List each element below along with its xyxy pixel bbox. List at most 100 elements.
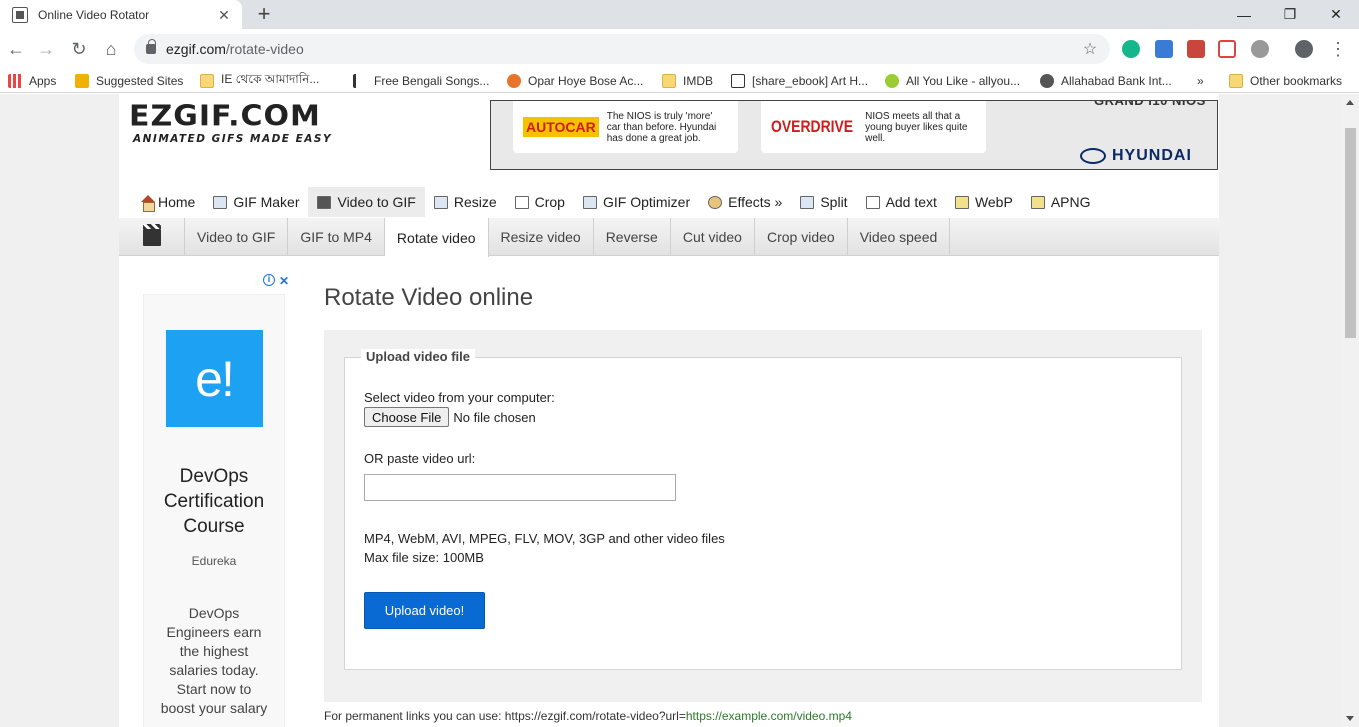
tab-title: Online Video Rotator <box>38 7 150 22</box>
ad-title: DevOps Certification Course <box>163 466 265 537</box>
page-container: EZGIF.COM ANIMATED GIFS MADE EASY AUTOCA… <box>119 94 1219 727</box>
subnav-video-speed[interactable]: Video speed <box>848 218 951 256</box>
side-ad: i ✕ e! DevOps Certification Course Edure… <box>135 272 295 727</box>
grammarly-icon[interactable] <box>1122 40 1140 58</box>
video-url-input[interactable] <box>364 474 676 501</box>
nav-split[interactable]: Split <box>791 187 856 217</box>
nav-effects[interactable]: Effects » <box>699 187 791 217</box>
scroll-down-icon[interactable] <box>1346 716 1354 721</box>
extension-icon[interactable] <box>1155 40 1173 58</box>
file-picker: Choose File No file chosen <box>364 407 536 427</box>
subnav-gif-to-mp4[interactable]: GIF to MP4 <box>288 218 385 256</box>
ad-close-icon[interactable]: ✕ <box>279 274 289 288</box>
ad-banner[interactable]: AUTOCAR The NIOS is truly 'more' car tha… <box>490 100 1218 170</box>
window-close-icon[interactable]: ✕ <box>1313 0 1359 29</box>
bookmark-allahabad-bank[interactable]: Allahabad Bank Int... <box>1040 72 1172 90</box>
bookmark-other[interactable]: Other bookmarks <box>1229 72 1342 90</box>
select-file-label: Select video from your computer: <box>364 390 555 405</box>
bookmark-bengali-songs[interactable]: Free Bengali Songs... <box>353 72 489 90</box>
site-icon <box>353 74 367 88</box>
bookmark-all-you-like[interactable]: All You Like - allyou... <box>885 72 1020 90</box>
bookmark-suggested-sites[interactable]: Suggested Sites <box>75 72 183 90</box>
gif-maker-icon <box>213 195 228 209</box>
profile-icon[interactable] <box>1295 40 1313 58</box>
minimize-icon[interactable]: — <box>1221 0 1267 29</box>
nav-gif-maker[interactable]: GIF Maker <box>204 187 308 217</box>
nav-crop[interactable]: Crop <box>506 187 574 217</box>
scroll-thumb[interactable] <box>1345 128 1356 338</box>
site-icon <box>507 74 521 88</box>
hyundai-logo-icon <box>1080 148 1106 164</box>
formats-text: MP4, WebM, AVI, MPEG, FLV, MOV, 3GP and … <box>364 531 725 546</box>
nav-home[interactable]: Home <box>131 187 204 217</box>
subnav-resize-video[interactable]: Resize video <box>489 218 594 256</box>
clapperboard-icon <box>142 223 161 246</box>
address-bar[interactable]: ezgif.com/rotate-video ☆ <box>134 34 1110 64</box>
maximize-icon[interactable]: ❐ <box>1267 0 1313 29</box>
menu-kebab-icon[interactable]: ⋮ <box>1326 37 1350 61</box>
nav-resize[interactable]: Resize <box>425 187 506 217</box>
permalink-hint: For permanent links you can use: https:/… <box>324 709 852 723</box>
subnav-video-to-gif[interactable]: Video to GIF <box>185 218 289 256</box>
main-nav: Home GIF Maker Video to GIF Resize Crop … <box>131 187 1100 217</box>
bookmark-star-icon[interactable]: ☆ <box>1080 39 1100 59</box>
home-icon[interactable]: ⌂ <box>99 37 123 61</box>
bookmark-opar-hoye[interactable]: Opar Hoye Bose Ac... <box>507 72 643 90</box>
edureka-logo: e! <box>165 330 263 427</box>
film-icon <box>317 195 332 209</box>
bookmark-apps[interactable]: Apps <box>8 72 56 90</box>
webp-icon <box>954 195 969 209</box>
nav-add-text[interactable]: Add text <box>857 187 946 217</box>
pdf-extension-icon[interactable] <box>1187 40 1205 58</box>
subnav-rotate-video[interactable]: Rotate video <box>384 218 489 257</box>
sub-nav: Video to GIF GIF to MP4 Rotate video Res… <box>119 218 1219 257</box>
bookmarks-overflow-icon[interactable]: » <box>1197 72 1204 90</box>
bookmark-imdb[interactable]: IMDB <box>662 72 713 90</box>
folder-icon <box>662 74 676 88</box>
back-icon[interactable]: ← <box>4 37 28 61</box>
choose-file-button[interactable]: Choose File <box>364 407 450 427</box>
subnav-reverse[interactable]: Reverse <box>594 218 671 256</box>
hyundai-logo: HYUNDAI <box>1080 147 1192 165</box>
split-icon <box>800 195 815 209</box>
banner-tagline: GRAND i10 NIOS <box>1094 100 1206 108</box>
ad-info-icon[interactable]: i <box>263 274 275 286</box>
optimizer-icon <box>582 195 597 209</box>
cloud-extension-icon[interactable] <box>1251 40 1269 58</box>
apng-icon <box>1030 195 1045 209</box>
banner-card-autocar: AUTOCAR The NIOS is truly 'more' car tha… <box>513 101 738 153</box>
site-logo[interactable]: EZGIF.COM ANIMATED GIFS MADE EASY <box>129 102 332 145</box>
bookmark-share-ebook[interactable]: [share_ebook] Art H... <box>731 72 868 90</box>
ad-card[interactable]: e! DevOps Certification Course Edureka D… <box>143 294 285 727</box>
vertical-scrollbar[interactable] <box>1342 94 1359 727</box>
ad-description: DevOps Engineers earn the highest salari… <box>160 605 268 716</box>
palette-icon <box>708 195 723 209</box>
permalink-example: https://example.com/video.mp4 <box>685 709 852 723</box>
scroll-up-icon[interactable] <box>1346 100 1354 105</box>
nav-apng[interactable]: APNG <box>1022 187 1100 217</box>
upload-fieldset: Upload video file Select video from your… <box>344 349 1182 670</box>
globe-icon <box>1040 74 1054 88</box>
upload-panel: Upload video file Select video from your… <box>324 330 1202 702</box>
ad-choices[interactable]: i ✕ <box>263 274 289 288</box>
reload-icon[interactable]: ↻ <box>67 37 91 61</box>
folder-icon <box>1229 74 1243 88</box>
url-text[interactable]: ezgif.com/rotate-video <box>166 41 1080 57</box>
folder-icon <box>200 74 214 88</box>
pocket-icon[interactable] <box>1218 40 1236 58</box>
bing-icon <box>75 74 89 88</box>
tab-close-icon[interactable]: ✕ <box>216 7 232 23</box>
nav-video-to-gif[interactable]: Video to GIF <box>308 187 425 217</box>
max-size-text: Max file size: 100MB <box>364 550 484 565</box>
subnav-cut-video[interactable]: Cut video <box>671 218 755 256</box>
new-tab-icon[interactable]: + <box>253 3 275 25</box>
forward-icon[interactable]: → <box>34 37 58 61</box>
nav-webp[interactable]: WebP <box>946 187 1022 217</box>
upload-video-button[interactable]: Upload video! <box>364 592 485 629</box>
page-viewport: EZGIF.COM ANIMATED GIFS MADE EASY AUTOCA… <box>0 94 1342 727</box>
tab-strip: Online Video Rotator ✕ + — ❐ ✕ <box>0 0 1359 29</box>
browser-tab[interactable]: Online Video Rotator ✕ <box>0 0 242 29</box>
bookmark-folder-ie[interactable]: IE থেকে আমাদানি... <box>200 72 319 90</box>
subnav-crop-video[interactable]: Crop video <box>755 218 848 256</box>
nav-gif-optimizer[interactable]: GIF Optimizer <box>574 187 699 217</box>
